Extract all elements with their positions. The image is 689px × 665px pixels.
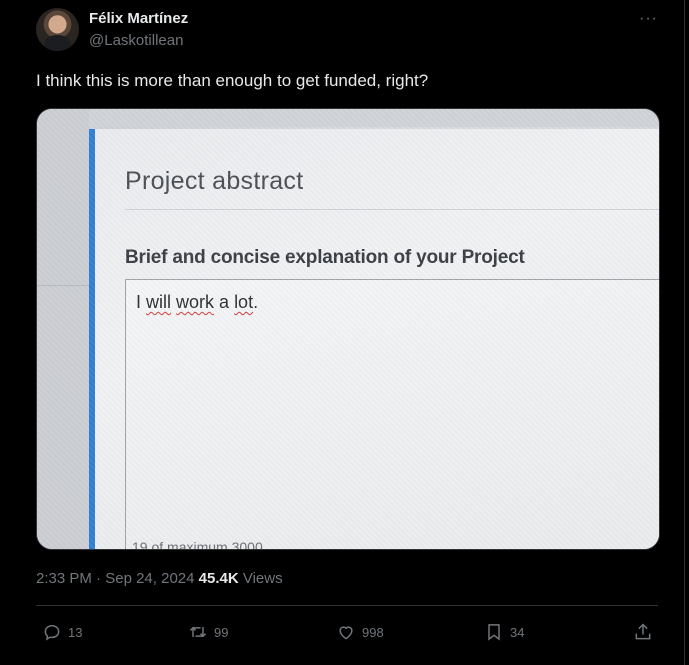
repost-icon xyxy=(189,626,207,638)
photo-text-part-misspelled: will xyxy=(146,292,172,312)
photo-text-part-misspelled: lot xyxy=(234,292,254,312)
photo-text-part: a xyxy=(214,292,235,312)
photo-left-panel xyxy=(37,109,89,549)
author-handle[interactable]: @Laskotillean xyxy=(89,32,183,49)
tweet-time[interactable]: 2:33 PM xyxy=(36,570,92,587)
heart-icon xyxy=(339,626,353,640)
photo-section-title: Project abstract xyxy=(125,167,304,195)
photo-field-label: Brief and concise explanation of your Pr… xyxy=(125,247,525,268)
photo-text-part-misspelled: work xyxy=(176,292,215,312)
author-name[interactable]: Félix Martínez xyxy=(89,10,188,27)
action-bar: 13 99 998 34 xyxy=(36,612,658,652)
meta-separator: · xyxy=(91,570,106,587)
actions-divider xyxy=(36,605,658,606)
reply-count: 13 xyxy=(68,624,83,640)
repost-button[interactable]: 99 xyxy=(188,612,228,652)
more-options-icon[interactable]: ··· xyxy=(639,10,658,28)
tweet-media-photo[interactable]: Project abstract Brief and concise expla… xyxy=(36,108,660,550)
like-button[interactable]: 998 xyxy=(336,612,384,652)
repost-count: 99 xyxy=(214,624,229,640)
photo-text-part: . xyxy=(253,292,259,312)
photo-text-part: I xyxy=(136,292,147,312)
avatar[interactable] xyxy=(36,8,79,51)
photo-char-counter: 19 of maximum 3000 xyxy=(132,539,263,550)
photo-top-strip xyxy=(37,109,659,127)
share-button[interactable] xyxy=(633,612,659,652)
tweet-text: I think this is more than enough to get … xyxy=(36,71,429,90)
tweet: Félix Martínez @Laskotillean ··· I think… xyxy=(0,0,689,665)
like-count: 998 xyxy=(362,624,384,640)
reply-button[interactable]: 13 xyxy=(42,612,82,652)
bookmark-button[interactable]: 34 xyxy=(484,612,524,652)
share-icon xyxy=(635,623,651,640)
column-border xyxy=(684,0,685,665)
reply-icon xyxy=(44,624,60,641)
bookmark-count: 34 xyxy=(510,624,525,640)
views-count: 45.4K xyxy=(198,570,239,587)
views-label: Views xyxy=(242,570,283,587)
photo-textarea: I will work a lot. xyxy=(125,279,659,549)
photo-divider xyxy=(125,209,659,210)
tweet-metadata: 2:33 PM · Sep 24, 2024 45.4K Views xyxy=(36,570,283,587)
bookmark-icon xyxy=(488,624,500,641)
photo-textarea-value: I will work a lot. xyxy=(136,292,258,313)
tweet-date[interactable]: Sep 24, 2024 xyxy=(105,570,194,587)
